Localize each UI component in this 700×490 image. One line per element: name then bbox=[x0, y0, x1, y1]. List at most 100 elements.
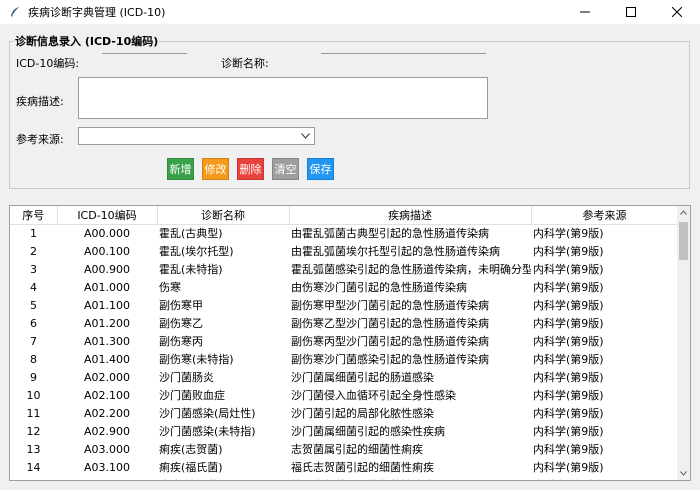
table-row[interactable]: 2 A00.100 霍乱(埃尔托型) 由霍乱弧菌埃尔托型引起的急性肠道传染病 内科学(第… bbox=[10, 242, 678, 260]
table-row[interactable]: 14 A03.100 痢疾(福氏菌) 福氏志贺菌引起的细菌性痢疾 内科学(第9版) bbox=[10, 458, 678, 476]
chevron-up-icon bbox=[680, 210, 687, 215]
source-select[interactable] bbox=[78, 127, 315, 145]
icd-code-cell: A00.100 bbox=[83, 244, 130, 258]
table-row[interactable]: 15A03.200痢疾(鲍氏菌)鲍氏志贺菌引起的细菌性痢疾内科学(第9版) bbox=[10, 476, 678, 481]
table-row[interactable]: 5 A01.100 副伤寒甲 副伤寒甲型沙门菌引起的急性肠道传染病 内科学(第9版) bbox=[10, 296, 678, 314]
table-row[interactable]: 10 A02.100 沙门菌败血症 沙门菌侵入血循环引起全身性感染 内科学(第9版) bbox=[10, 386, 678, 404]
table-row[interactable]: 9 A02.000 沙门菌肠炎 沙门菌属细菌引起的肠道感染 内科学(第9版) bbox=[10, 368, 678, 386]
chevron-down-icon bbox=[301, 133, 310, 139]
row-index: 11 bbox=[26, 406, 41, 420]
scroll-down-button[interactable] bbox=[677, 467, 690, 480]
source-cell: 内科学(第9版) bbox=[533, 371, 604, 384]
diagnosis-name-input[interactable] bbox=[321, 53, 486, 69]
icd-code-cell: A01.000 bbox=[83, 280, 130, 294]
column-header[interactable]: 疾病描述 bbox=[289, 206, 532, 225]
source-cell: 内科学(第9版) bbox=[533, 227, 604, 241]
source-label: 参考来源: bbox=[16, 133, 64, 146]
description-cell: 福氏志贺菌引起的细菌性痢疾 bbox=[291, 461, 434, 474]
delete-button[interactable]: 删除 bbox=[237, 158, 264, 180]
source-cell: 内科学(第9版) bbox=[533, 353, 604, 366]
description-cell: 副伤寒丙型沙门菌引起的急性肠道传染病 bbox=[291, 335, 489, 348]
row-index: 9 bbox=[30, 370, 37, 384]
icd-code-input[interactable] bbox=[102, 53, 187, 69]
description-cell: 霍乱弧菌感染引起的急性肠道传染病，未明确分型 bbox=[291, 263, 531, 276]
save-button[interactable]: 保存 bbox=[307, 158, 334, 180]
diagnosis-name-cell: 副伤寒丙 bbox=[159, 335, 203, 348]
description-cell: 由霍乱弧菌古典型引起的急性肠道传染病 bbox=[291, 227, 489, 241]
description-cell: 沙门菌属细菌引起的肠道感染 bbox=[291, 371, 434, 384]
table-row[interactable]: 3 A00.900 霍乱(未特指) 霍乱弧菌感染引起的急性肠道传染病，未明确分型 内科学… bbox=[10, 260, 678, 278]
diagnosis-name-cell: 副伤寒甲 bbox=[159, 299, 203, 312]
description-cell: 沙门菌属细菌引起的感染性疾病 bbox=[291, 425, 445, 438]
diagnosis-name-cell: 霍乱(未特指) bbox=[159, 263, 223, 276]
clear-button[interactable]: 清空 bbox=[272, 158, 299, 180]
title-bar: 疾病诊断字典管理 (ICD-10) bbox=[0, 0, 700, 24]
description-cell: 沙门菌侵入血循环引起全身性感染 bbox=[291, 389, 456, 402]
column-header[interactable]: 诊断名称 bbox=[157, 206, 290, 225]
source-cell: 内科学(第9版) bbox=[531, 476, 678, 480]
description-cell: 鲍氏志贺菌引起的细菌性痢疾 bbox=[289, 476, 531, 480]
description-label: 疾病描述: bbox=[16, 95, 64, 108]
diagnosis-name-cell: 伤寒 bbox=[159, 281, 181, 294]
row-index: 4 bbox=[30, 280, 37, 294]
table-row[interactable]: 6 A01.200 副伤寒乙 副伤寒乙型沙门菌引起的急性肠道传染病 内科学(第9版) bbox=[10, 314, 678, 332]
icd-code-cell: A03.000 bbox=[83, 442, 130, 456]
table-row[interactable]: 8 A01.400 副伤寒(未特指) 副伤寒沙门菌感染引起的急性肠道传染病 内科学(第9… bbox=[10, 350, 678, 368]
diagnosis-name-cell: 霍乱(埃尔托型) bbox=[159, 245, 234, 258]
icd-code-cell: A02.000 bbox=[83, 370, 130, 384]
description-cell: 副伤寒乙型沙门菌引起的急性肠道传染病 bbox=[291, 317, 489, 330]
edit-button[interactable]: 修改 bbox=[202, 158, 229, 180]
maximize-icon bbox=[626, 7, 636, 17]
diagnosis-name-cell: 痢疾(福氏菌) bbox=[159, 461, 223, 474]
chevron-down-icon bbox=[680, 471, 687, 476]
icd-code-cell: A02.100 bbox=[83, 388, 130, 402]
source-cell: 内科学(第9版) bbox=[533, 317, 604, 330]
diagnosis-name-cell: 痢疾(志贺菌) bbox=[159, 443, 223, 456]
table-row[interactable]: 7 A01.300 副伤寒丙 副伤寒丙型沙门菌引起的急性肠道传染病 内科学(第9版) bbox=[10, 332, 678, 350]
description-cell: 由伤寒沙门菌引起的急性肠道传染病 bbox=[291, 281, 467, 294]
source-cell: 内科学(第9版) bbox=[533, 389, 604, 402]
maximize-button[interactable] bbox=[608, 0, 654, 24]
icd-code-cell: A01.300 bbox=[83, 334, 130, 348]
row-index: 3 bbox=[30, 262, 37, 276]
diagnosis-name-cell: 痢疾(鲍氏菌) bbox=[157, 476, 289, 480]
diagnosis-name-cell: 沙门菌感染(未特指) bbox=[159, 425, 256, 438]
table-row[interactable]: 11 A02.200 沙门菌感染(局灶性) 沙门菌引起的局部化脓性感染 内科学(第9版) bbox=[10, 404, 678, 422]
scrollbar-thumb[interactable] bbox=[679, 222, 688, 260]
table-row[interactable]: 4 A01.000 伤寒 由伤寒沙门菌引起的急性肠道传染病 内科学(第9版) bbox=[10, 278, 678, 296]
source-cell: 内科学(第9版) bbox=[533, 245, 604, 258]
minimize-button[interactable] bbox=[562, 0, 608, 24]
description-cell: 沙门菌引起的局部化脓性感染 bbox=[291, 407, 434, 420]
icd-code-cell: A02.900 bbox=[83, 424, 130, 438]
icd-code-cell: A03.100 bbox=[83, 460, 130, 474]
row-index: 13 bbox=[26, 442, 41, 456]
table-row[interactable]: 1 A00.000 霍乱(古典型) 由霍乱弧菌古典型引起的急性肠道传染病 内科学(第9版… bbox=[10, 224, 678, 242]
diagnosis-table[interactable]: 序号 ICD-10编码 诊断名称 疾病描述 参考来源 1 A00.000 霍乱(古典… bbox=[9, 205, 691, 481]
diagnosis-name-cell: 沙门菌感染(局灶性) bbox=[159, 407, 256, 420]
icd-code-cell: A00.000 bbox=[83, 226, 130, 240]
description-textarea[interactable] bbox=[78, 77, 488, 119]
source-cell: 内科学(第9版) bbox=[533, 281, 604, 294]
source-cell: 内科学(第9版) bbox=[533, 335, 604, 348]
add-button[interactable]: 新增 bbox=[167, 158, 194, 180]
icd-code-cell: A01.400 bbox=[83, 352, 130, 366]
source-cell: 内科学(第9版) bbox=[533, 443, 604, 456]
description-cell: 由霍乱弧菌埃尔托型引起的急性肠道传染病 bbox=[291, 245, 500, 258]
scroll-up-button[interactable] bbox=[677, 206, 690, 219]
table-row[interactable]: 13 A03.000 痢疾(志贺菌) 志贺菌属引起的细菌性痢疾 内科学(第9版) bbox=[10, 440, 678, 458]
row-index: 10 bbox=[26, 388, 41, 402]
vertical-scrollbar[interactable] bbox=[677, 206, 690, 480]
table-header-row: 序号 ICD-10编码 诊断名称 疾病描述 参考来源 bbox=[10, 206, 679, 225]
diagnosis-name-cell: 霍乱(古典型) bbox=[159, 227, 223, 241]
row-index: 2 bbox=[30, 244, 37, 258]
column-header[interactable]: 序号 bbox=[10, 206, 58, 225]
column-header[interactable]: 参考来源 bbox=[531, 206, 679, 225]
close-button[interactable] bbox=[654, 0, 700, 24]
table-row[interactable]: 12 A02.900 沙门菌感染(未特指) 沙门菌属细菌引起的感染性疾病 内科学(第9版… bbox=[10, 422, 678, 440]
table-body: 1 A00.000 霍乱(古典型) 由霍乱弧菌古典型引起的急性肠道传染病 内科学(第9版… bbox=[10, 224, 678, 481]
description-cell: 副伤寒沙门菌感染引起的急性肠道传染病 bbox=[291, 353, 489, 366]
row-index: 7 bbox=[30, 334, 37, 348]
source-cell: 内科学(第9版) bbox=[533, 299, 604, 312]
column-header[interactable]: ICD-10编码 bbox=[57, 206, 158, 225]
minimize-icon bbox=[580, 11, 590, 13]
